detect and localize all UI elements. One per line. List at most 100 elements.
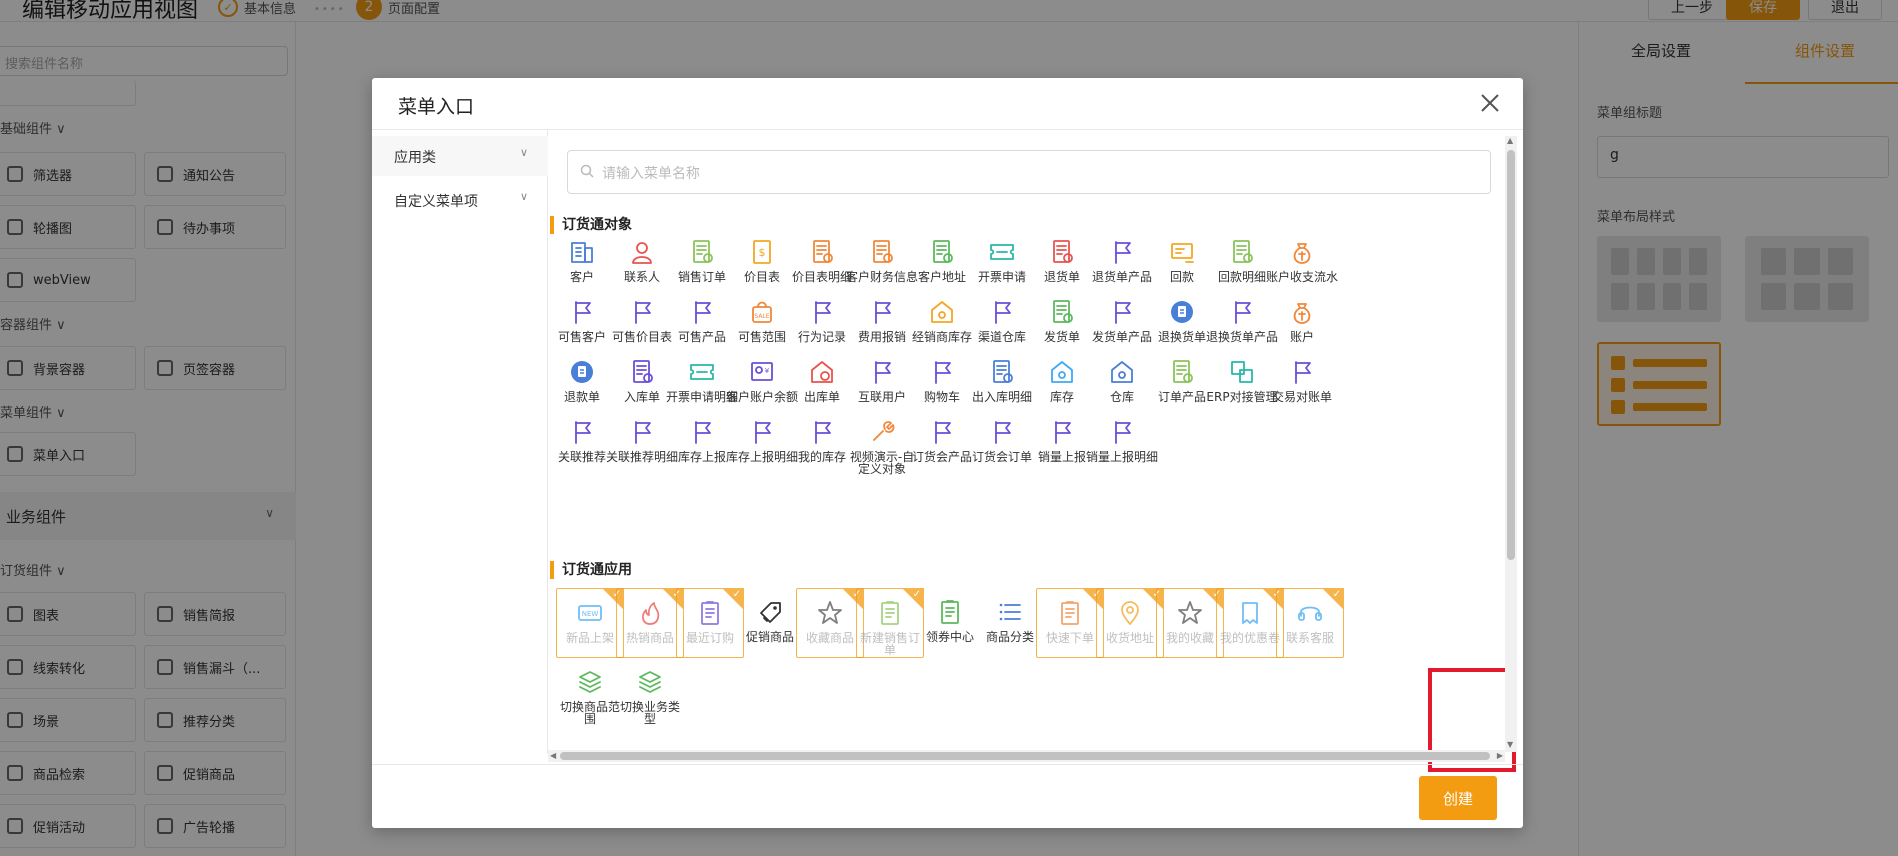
customer-icon bbox=[571, 242, 593, 263]
flag-icon bbox=[695, 421, 711, 444]
scrollbar-thumb[interactable] bbox=[1507, 150, 1515, 560]
wrench-icon bbox=[873, 421, 895, 441]
dialog-footer: 创建 bbox=[372, 764, 1523, 828]
flag-icon bbox=[995, 421, 1011, 444]
menu-object-item[interactable]: 销量上报明细 bbox=[1086, 418, 1158, 490]
flag-icon bbox=[1235, 301, 1251, 324]
flag-icon bbox=[875, 301, 891, 324]
menu-object-label: 交易对账单 bbox=[1271, 390, 1332, 404]
star-icon bbox=[1178, 601, 1202, 624]
flag-icon bbox=[575, 301, 591, 324]
scroll-down-icon[interactable]: ▼ bbox=[1507, 740, 1513, 749]
vertical-scrollbar[interactable]: ▲ ▼ bbox=[1505, 136, 1517, 752]
menu-app-label: 领券中心 bbox=[925, 630, 974, 644]
inbound-icon bbox=[633, 360, 653, 383]
menu-app-item[interactable]: NEW 新品上架 ✓ bbox=[556, 588, 624, 658]
list-icon bbox=[999, 603, 1021, 621]
menu-app-label: 促销商品 bbox=[745, 630, 794, 644]
chevron-down-icon: ∨ bbox=[519, 190, 528, 203]
svg-text:¥: ¥ bbox=[765, 367, 770, 375]
menu-app-label: 热销商品 bbox=[625, 631, 674, 645]
menu-app-item[interactable]: 我的收藏 ✓ bbox=[1156, 588, 1224, 658]
delivery-icon bbox=[1053, 300, 1073, 323]
io-detail-icon bbox=[993, 360, 1013, 383]
money-bag-icon bbox=[1293, 243, 1311, 264]
menu-object-label: 销量上报明细 bbox=[1086, 450, 1159, 464]
menu-search-input[interactable]: 请输入菜单名称 bbox=[567, 150, 1491, 194]
flag-icon bbox=[1115, 421, 1131, 444]
sale-bag-icon: SALE bbox=[752, 301, 772, 323]
payment-icon bbox=[1171, 243, 1194, 263]
menu-app-item[interactable]: 切换商品范围 bbox=[556, 658, 624, 728]
category-app[interactable]: 应用类 ∨ bbox=[372, 136, 548, 176]
flag-icon bbox=[1295, 361, 1311, 384]
star-icon bbox=[818, 601, 842, 624]
erp-icon bbox=[1231, 361, 1253, 383]
menu-app-label: 联系客服 bbox=[1285, 631, 1334, 645]
flag-icon bbox=[755, 421, 771, 444]
flag-icon bbox=[1115, 241, 1131, 264]
menu-app-item[interactable]: 热销商品 ✓ bbox=[616, 588, 684, 658]
menu-app-item[interactable]: 收货地址 ✓ bbox=[1096, 588, 1164, 658]
outbound-icon bbox=[811, 361, 833, 383]
search-icon bbox=[580, 164, 594, 178]
menu-app-label: 切换业务类型 bbox=[619, 700, 680, 726]
menu-app-label: 切换商品范围 bbox=[559, 700, 620, 726]
quick-order-icon bbox=[1061, 601, 1079, 625]
balance-icon: ¥ bbox=[751, 362, 773, 381]
menu-object-label: 账户收支流水 bbox=[1266, 270, 1339, 284]
category-list: 应用类 ∨ 自定义菜单项 ∨ bbox=[372, 130, 548, 754]
horizontal-scrollbar[interactable]: ◀ ▶ bbox=[548, 750, 1505, 762]
menu-app-item[interactable]: 联系客服 ✓ bbox=[1276, 588, 1344, 658]
scroll-left-icon[interactable]: ◀ bbox=[550, 751, 556, 760]
menu-app-item[interactable]: 我的优惠卷 ✓ bbox=[1216, 588, 1284, 658]
recent-order-icon bbox=[701, 601, 719, 625]
check-icon: ✓ bbox=[1332, 589, 1341, 600]
menu-app-label: 快速下单 bbox=[1045, 631, 1094, 645]
scroll-up-icon[interactable]: ▲ bbox=[1507, 136, 1513, 145]
close-icon[interactable] bbox=[1475, 88, 1505, 118]
menu-app-item[interactable]: 促销商品 bbox=[736, 588, 804, 658]
flag-icon bbox=[695, 301, 711, 324]
menu-app-item[interactable]: 切换业务类型 bbox=[616, 658, 684, 728]
scrollbar-thumb[interactable] bbox=[560, 752, 1490, 760]
order-product-icon bbox=[1173, 360, 1193, 383]
menu-object-label: 账户 bbox=[1289, 330, 1314, 344]
fire-icon bbox=[642, 602, 660, 625]
layers-icon bbox=[579, 671, 601, 693]
sales-order-icon bbox=[693, 240, 713, 263]
menu-app-item[interactable]: 最近订购 ✓ bbox=[676, 588, 744, 658]
coupon-icon bbox=[941, 600, 959, 624]
menu-app-label: 收藏商品 bbox=[805, 631, 854, 645]
section-order-apps: 订货通应用 bbox=[550, 561, 632, 579]
payment-detail-icon bbox=[1233, 240, 1253, 263]
flag-icon bbox=[935, 421, 951, 444]
return-icon bbox=[1053, 240, 1073, 263]
invoice-icon bbox=[690, 364, 714, 380]
menu-app-item[interactable]: 商品分类 bbox=[976, 588, 1044, 658]
flag-icon bbox=[635, 421, 651, 444]
invoice-icon bbox=[990, 244, 1014, 260]
menu-app-item[interactable]: 新建销售订单 ✓ bbox=[856, 588, 924, 658]
category-custom-menu[interactable]: 自定义菜单项 ∨ bbox=[372, 180, 548, 220]
menu-app-label: 我的优惠卷 bbox=[1219, 631, 1280, 645]
menu-app-item[interactable]: 快速下单 ✓ bbox=[1036, 588, 1104, 658]
money-bag-icon bbox=[1293, 303, 1311, 324]
menu-entry-dialog: 菜单入口 应用类 ∨ 自定义菜单项 ∨ 请输入菜单名称 订货通对象 客户 联系人 销售订… bbox=[372, 78, 1523, 828]
menu-object-item[interactable]: 交易对账单 bbox=[1266, 358, 1338, 430]
flag-icon bbox=[875, 361, 891, 384]
headset-icon bbox=[1298, 606, 1322, 621]
menu-app-item[interactable]: 领券中心 bbox=[916, 588, 984, 658]
tag-icon bbox=[760, 602, 781, 623]
flag-icon bbox=[935, 361, 951, 384]
svg-text:NEW: NEW bbox=[582, 610, 599, 618]
flag-icon bbox=[575, 421, 591, 444]
menu-app-item[interactable]: 收藏商品 ✓ bbox=[796, 588, 864, 658]
section-order-objects: 订货通对象 bbox=[550, 216, 632, 234]
contact-icon bbox=[632, 242, 652, 264]
flag-icon bbox=[995, 301, 1011, 324]
create-button[interactable]: 创建 bbox=[1419, 776, 1497, 820]
scroll-right-icon[interactable]: ▶ bbox=[1497, 751, 1503, 760]
flag-icon bbox=[815, 421, 831, 444]
warehouse-icon bbox=[931, 301, 953, 323]
